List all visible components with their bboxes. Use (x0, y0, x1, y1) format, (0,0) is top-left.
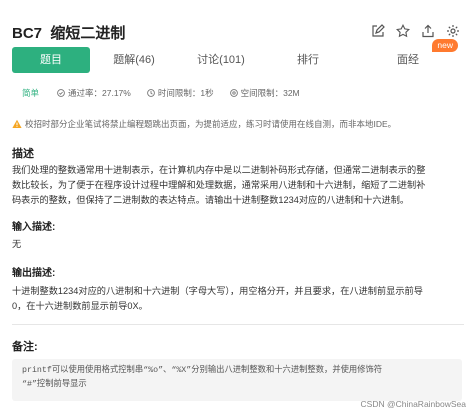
output-text: 十进制整数1234对应的八进制和十六进制（字母大写），用空格分开，并且要求，在八… (12, 284, 460, 314)
pass-rate-text: 通过率：27.17% (68, 88, 131, 98)
clock-icon (147, 89, 155, 97)
problem-name: 缩短二进制 (50, 25, 126, 42)
input-line: 无 (12, 239, 22, 249)
tab-interviews-label: 面经 (397, 54, 419, 66)
description-heading: 描述 (12, 148, 34, 160)
edit-icon[interactable] (371, 24, 385, 38)
difficulty-badge: 简单 (22, 88, 40, 98)
input-text: 无 (12, 237, 460, 252)
problem-id: BC7 (12, 25, 43, 42)
warning-text: 校招时部分企业笔试将禁止编程题跳出页面，为提前适应，练习时请使用在线自测，而非本… (25, 119, 397, 129)
description-line: 数比较长，为了便于在程序设计过程中理解和处理数据，通常采用八进制和十六进制，缩短… (12, 180, 426, 190)
description-line: 我们处理的整数通常用十进制表示，在计算机内存中是以二进制补码形式存储，但通常二进… (12, 165, 426, 175)
check-circle-icon (57, 89, 65, 97)
problem-header: BC7 缩短二进制 (12, 22, 464, 44)
memory-limit-text: 空间限制：32M (240, 88, 300, 98)
description-line: 码表示的整数，但保持了二进制数的表达特点。请输出十进制整数1234对应的八进制和… (12, 195, 410, 205)
tab-ranking[interactable]: 排行 (264, 47, 352, 73)
new-badge: new (432, 39, 458, 52)
tab-discussion[interactable]: 讨论(101) (178, 47, 264, 73)
description-text: 我们处理的整数通常用十进制表示，在计算机内存中是以二进制补码形式存储，但通常二进… (12, 163, 460, 208)
tab-problem[interactable]: 题目 (12, 47, 90, 73)
tab-interviews[interactable]: 面经 new (352, 39, 464, 73)
notes-line: printf可以使用使用格式控制串“%o”、“%X”分别输出八进制整数和十六进制… (22, 366, 383, 375)
notes-line: “#”控制前导显示 (22, 380, 87, 389)
problem-meta: 简单 通过率：27.17% 时间限制：1秒 空间限制：32M (12, 85, 316, 101)
star-icon[interactable] (396, 24, 410, 38)
memory-limit: 空间限制：32M (229, 87, 300, 99)
tab-solutions[interactable]: 题解(46) (90, 47, 178, 73)
output-heading: 输出描述: (12, 268, 56, 279)
problem-tabs: 题目 题解(46) 讨论(101) 排行 面经 new (12, 39, 464, 73)
upload-icon[interactable] (421, 24, 435, 38)
time-limit: 时间限制：1秒 (147, 87, 214, 99)
notes-box: printf可以使用使用格式控制串“%o”、“%X”分别输出八进制整数和十六进制… (12, 359, 462, 401)
watermark: CSDN @ChinaRainbowSea (360, 399, 466, 409)
page-title: BC7 缩短二进制 (12, 22, 125, 43)
memory-icon (229, 89, 238, 97)
warning-icon (12, 119, 22, 128)
output-line: 0，在十六进制数前显示前导0X。 (12, 301, 148, 311)
section-divider (12, 324, 464, 325)
input-heading: 输入描述: (12, 222, 56, 233)
pass-rate: 通过率：27.17% (57, 87, 131, 99)
header-actions (371, 24, 460, 38)
output-line: 十进制整数1234对应的八进制和十六进制（字母大写），用空格分开，并且要求，在八… (12, 286, 423, 296)
notes-heading: 备注: (12, 341, 38, 353)
exam-warning: 校招时部分企业笔试将禁止编程题跳出页面，为提前适应，练习时请使用在线自测，而非本… (12, 118, 464, 130)
time-limit-text: 时间限制：1秒 (157, 88, 214, 98)
settings-icon[interactable] (446, 24, 460, 38)
